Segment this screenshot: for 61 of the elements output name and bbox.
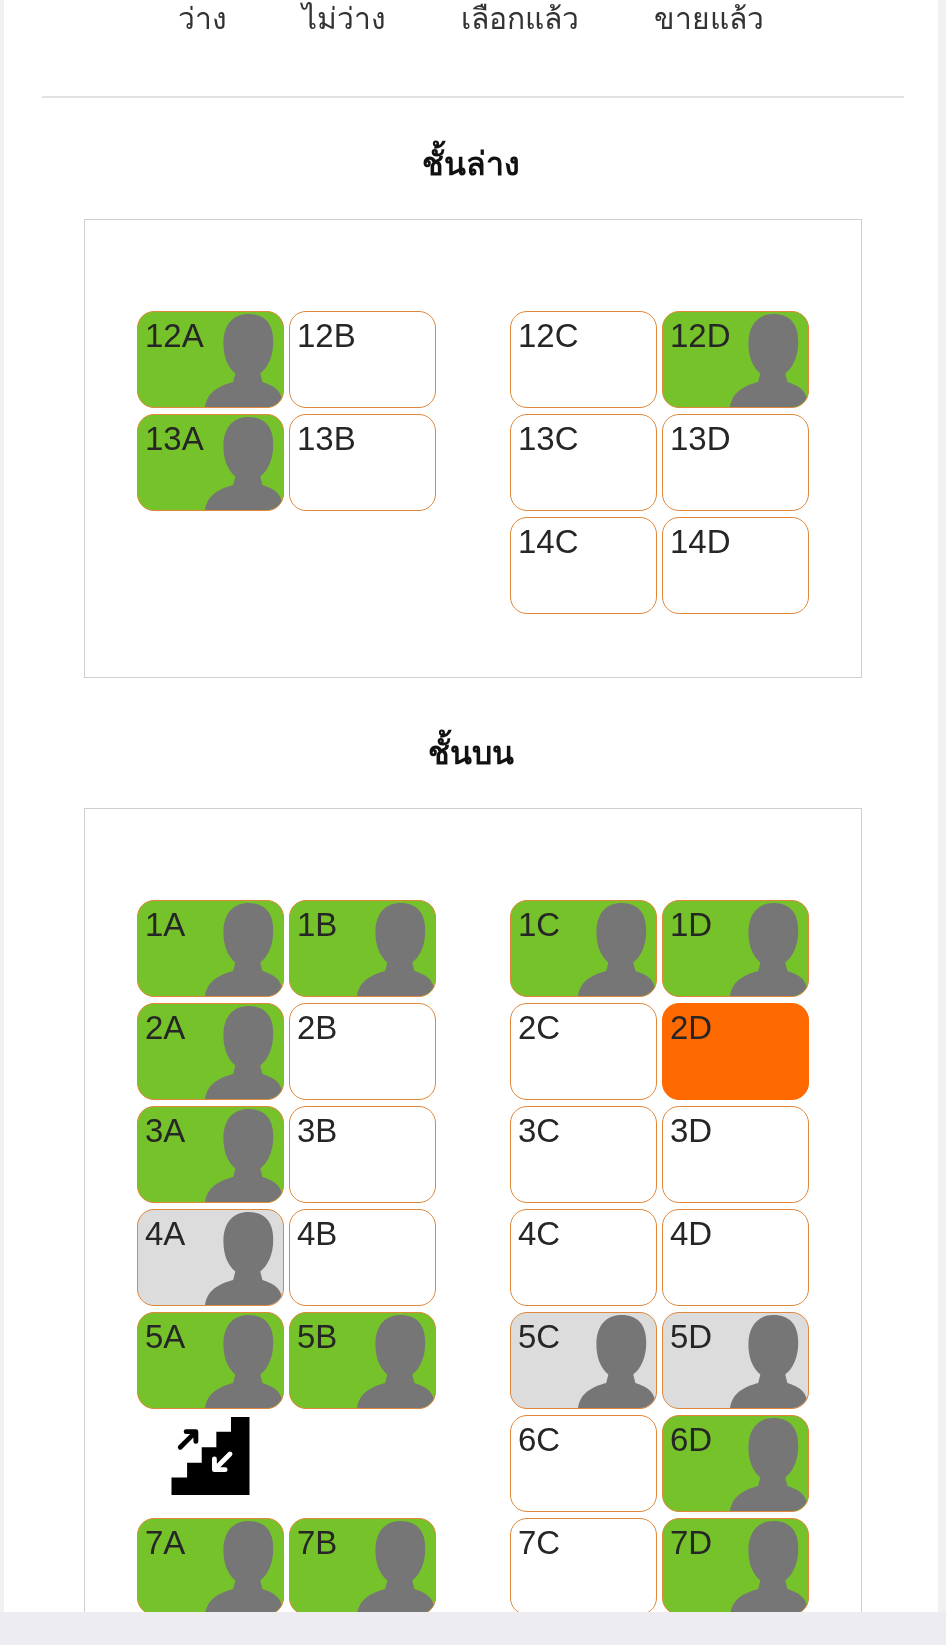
person-silhouette-icon xyxy=(730,1520,808,1612)
person-silhouette-icon xyxy=(205,1520,283,1612)
person-silhouette-icon xyxy=(205,1108,283,1202)
seat-button[interactable]: 5A xyxy=(137,1312,284,1409)
seat-button[interactable]: 13A xyxy=(137,414,284,511)
seat-button[interactable]: 12C xyxy=(510,311,657,408)
seat-button[interactable]: 5B xyxy=(289,1312,436,1409)
person-silhouette-icon xyxy=(357,1520,435,1612)
seat-button[interactable]: 1B xyxy=(289,900,436,997)
seat-button[interactable]: 7D xyxy=(662,1518,809,1612)
seat-button[interactable]: 5D xyxy=(662,1312,809,1409)
seat-button[interactable]: 2A xyxy=(137,1003,284,1100)
person-silhouette-icon xyxy=(730,1417,808,1511)
seat-button[interactable]: 12A xyxy=(137,311,284,408)
stairs-icon xyxy=(171,1417,250,1495)
seat-button[interactable]: 1C xyxy=(510,900,657,997)
seat-button[interactable]: 2D xyxy=(662,1003,809,1100)
seat-button[interactable]: 13D xyxy=(662,414,809,511)
seat-button[interactable]: 12B xyxy=(289,311,436,408)
deck-title: ชั้นบน xyxy=(428,723,514,783)
seat-button[interactable]: 1D xyxy=(662,900,809,997)
legend-label: ขายแล้ว xyxy=(654,1,764,37)
seat-button[interactable]: 12D xyxy=(662,311,809,408)
person-silhouette-icon xyxy=(205,1314,283,1408)
legend-label: เลือกแล้ว xyxy=(461,1,579,37)
person-silhouette-icon xyxy=(357,902,435,996)
seat-button[interactable]: 7C xyxy=(510,1518,657,1612)
seat-button[interactable]: 13C xyxy=(510,414,657,511)
seat-button[interactable]: 1A xyxy=(137,900,284,997)
seat-button[interactable]: 2B xyxy=(289,1003,436,1100)
person-silhouette-icon xyxy=(205,313,283,407)
seat-button[interactable]: 3C xyxy=(510,1106,657,1203)
deck-title: ชั้นล่าง xyxy=(422,134,520,194)
seat-button[interactable]: 6C xyxy=(510,1415,657,1512)
legend-label: ว่าง xyxy=(178,1,227,37)
person-silhouette-icon xyxy=(205,902,283,996)
seat-button[interactable]: 4A xyxy=(137,1209,284,1306)
seat-button[interactable]: 4C xyxy=(510,1209,657,1306)
seat-button[interactable]: 7B xyxy=(289,1518,436,1612)
seat-button[interactable]: 5C xyxy=(510,1312,657,1409)
seat-button[interactable]: 6D xyxy=(662,1415,809,1512)
seat-button[interactable]: 13B xyxy=(289,414,436,511)
seat-button[interactable]: 14D xyxy=(662,517,809,614)
seat-button[interactable]: 7A xyxy=(137,1518,284,1612)
seat-button[interactable]: 3D xyxy=(662,1106,809,1203)
legend-label: ไม่ว่าง xyxy=(302,1,386,37)
person-silhouette-icon xyxy=(578,902,656,996)
person-silhouette-icon xyxy=(730,1314,808,1408)
person-silhouette-icon xyxy=(730,313,808,407)
seat-button[interactable]: 4D xyxy=(662,1209,809,1306)
seat-button[interactable]: 2C xyxy=(510,1003,657,1100)
person-silhouette-icon xyxy=(357,1314,435,1408)
person-silhouette-icon xyxy=(205,1211,283,1305)
seat-button[interactable]: 14C xyxy=(510,517,657,614)
seat-button[interactable]: 3A xyxy=(137,1106,284,1203)
person-silhouette-icon xyxy=(205,1005,283,1099)
person-silhouette-icon xyxy=(205,416,283,510)
person-silhouette-icon xyxy=(730,902,808,996)
seat-button[interactable]: 3B xyxy=(289,1106,436,1203)
person-silhouette-icon xyxy=(578,1314,656,1408)
seat-button[interactable]: 4B xyxy=(289,1209,436,1306)
